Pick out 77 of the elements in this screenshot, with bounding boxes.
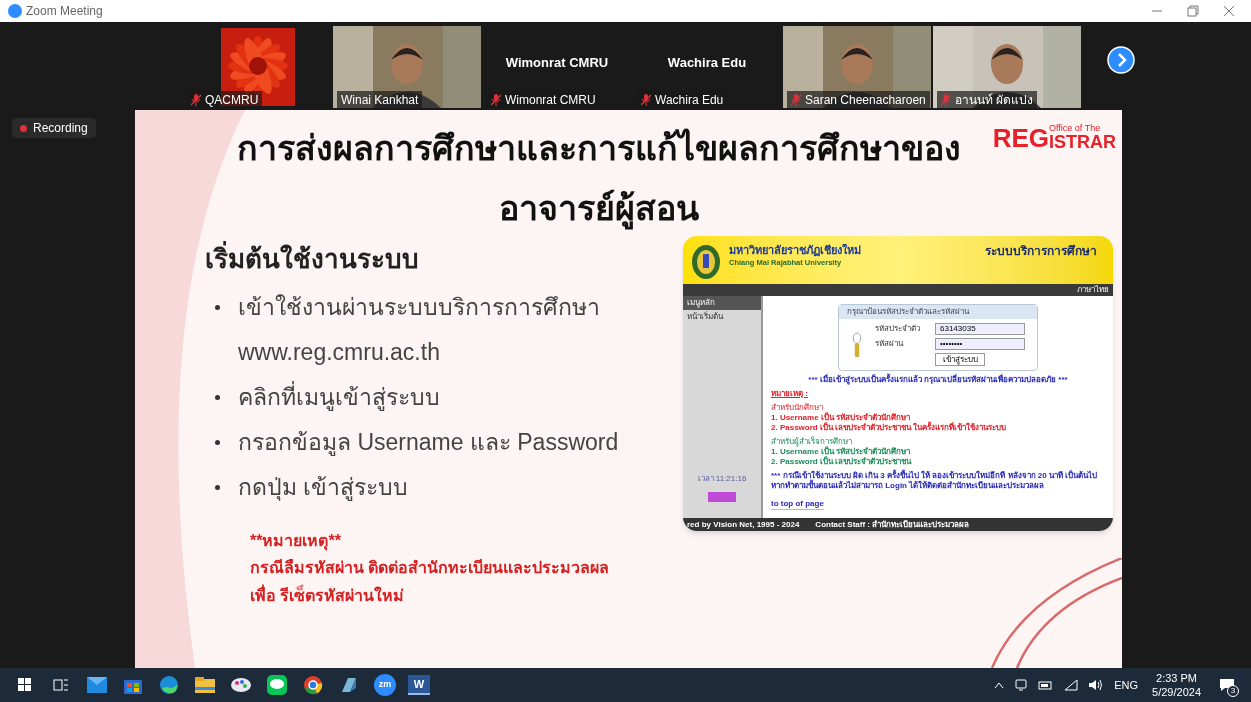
participant-name-display: Wimonrat CMRU bbox=[505, 54, 609, 73]
close-icon[interactable] bbox=[1223, 5, 1235, 17]
login-button[interactable]: เข้าสู่ระบบ bbox=[935, 353, 985, 366]
slide-title: การส่งผลการศึกษาและการแก้ไขผลการศึกษาของ bbox=[236, 127, 961, 169]
clock[interactable]: 2:33 PM 5/29/2024 bbox=[1148, 671, 1205, 699]
participant-name: Winai Kankhat bbox=[341, 91, 419, 109]
participant-tile[interactable]: Saran Cheenacharoen bbox=[783, 26, 931, 108]
note-text: เพื่อ รีเซ็ตรหัสผ่านใหม่ bbox=[250, 582, 683, 610]
footer-text: red by Vision Net, 1995 - 2024 bbox=[687, 519, 800, 530]
participant-name: Saran Cheenacharoen bbox=[805, 91, 926, 109]
field-label: รหัสผ่าน bbox=[875, 339, 905, 349]
bullet-icon bbox=[215, 395, 220, 400]
login-panel-header: กรุณาป้อนรหัสประจำตัวและรหัสผ่าน bbox=[839, 305, 1037, 319]
word-taskbar-icon[interactable]: W bbox=[408, 675, 430, 695]
participant-tile[interactable]: อานนท์ ผัดแปง bbox=[933, 26, 1081, 108]
bullet-text: เข้าใช้งานผ่านระบบบริการการศึกษา bbox=[238, 293, 600, 322]
battery-icon[interactable] bbox=[1038, 679, 1055, 691]
muted-mic-icon bbox=[791, 93, 801, 106]
clock-text: เวลา 11:21:16 bbox=[697, 474, 747, 484]
input-field[interactable]: •••••••• bbox=[935, 338, 1025, 350]
participant-name: Wachira Edu bbox=[655, 91, 724, 109]
participant-name: อานนท์ ผัดแปง bbox=[955, 91, 1034, 109]
group-title: สำหรับนักศึกษา bbox=[771, 403, 824, 412]
bullet-text: กรอกข้อมูล Username และ Password bbox=[238, 428, 619, 458]
participant-name: QACMRU bbox=[205, 91, 259, 109]
chat-app-icon[interactable] bbox=[264, 672, 290, 698]
muted-mic-icon bbox=[191, 93, 201, 106]
bullet-icon bbox=[215, 440, 220, 445]
note-title: **หมายเหตุ** bbox=[250, 531, 342, 553]
participant-name-display: Wachira Edu bbox=[667, 54, 747, 73]
remark-line: 2. Password เป็น เลขประจำตัวประชาชน ในครั้งแรกที่เข้าใช้งานระบบ bbox=[771, 423, 1008, 433]
meet-now-icon[interactable] bbox=[1014, 678, 1029, 692]
university-name-thai: มหาวิทยาลัยราชภัฏเชียงใหม่ bbox=[729, 244, 861, 258]
logo-text: ISTRAR bbox=[1049, 133, 1116, 151]
chevron-up-icon[interactable] bbox=[994, 681, 1005, 689]
remark-line: 1. Username เป็น รหัสประจำตัวนักศึกษา bbox=[771, 413, 912, 422]
zoom-app-icon bbox=[8, 4, 22, 18]
next-page-icon[interactable] bbox=[1107, 46, 1135, 74]
window-title: Zoom Meeting bbox=[26, 3, 103, 20]
participant-tile[interactable]: Winai Kankhat bbox=[333, 26, 481, 108]
participant-name: Wimonrat CMRU bbox=[505, 91, 596, 109]
bullet-icon bbox=[215, 485, 220, 490]
top-of-page-link[interactable]: to top of page bbox=[771, 499, 824, 510]
muted-mic-icon bbox=[491, 93, 501, 106]
website-address: www.reg.cmru.ac.th bbox=[237, 338, 441, 367]
footer-text: Contact Staff : สำนักทะเบียนและประมวลผล bbox=[815, 519, 970, 530]
remark-line: 1. Username เป็น รหัสประจำตัวนักศึกษา bbox=[771, 447, 912, 456]
remarks-title: หมายเหตุ : bbox=[771, 389, 809, 399]
group-title: สำหรับผู้สำเร็จการศึกษา bbox=[771, 437, 853, 447]
remark-line: 2. Password เป็น เลขประจำตัวประชาชน bbox=[771, 457, 913, 467]
section-heading: เริ่มต้นใช้งานระบบ bbox=[205, 240, 419, 279]
field-label: รหัสประจำตัว bbox=[875, 324, 921, 334]
wifi-icon[interactable] bbox=[1064, 679, 1079, 691]
bullet-text: กดปุ่ม เข้าสู่ระบบ bbox=[238, 473, 409, 503]
language-menu[interactable]: ภาษาไทย bbox=[1077, 285, 1109, 295]
input-field[interactable]: 63143035 bbox=[935, 323, 1025, 335]
logo-tagline: Office of The bbox=[1049, 124, 1102, 133]
bullet-icon bbox=[215, 305, 220, 310]
menu-item[interactable]: หน้าเริ่มต้น bbox=[683, 310, 761, 324]
muted-mic-icon bbox=[941, 93, 951, 106]
menu-item[interactable]: เมนูหลัก bbox=[683, 296, 761, 310]
restore-icon[interactable] bbox=[1187, 5, 1199, 17]
notification-button[interactable]: 3 bbox=[1215, 673, 1239, 697]
muted-mic-icon bbox=[641, 93, 651, 106]
system-title: ระบบบริการการศึกษา bbox=[985, 244, 1097, 259]
note-text: กรณีลืมรหัสผ่าน ติดต่อสำนักทะเบียนและประมวลผล bbox=[250, 558, 611, 578]
university-emblem-icon bbox=[691, 244, 721, 280]
slide-title: อาจารย์ผู้สอน bbox=[498, 178, 699, 238]
logo-text: REG bbox=[992, 125, 1049, 151]
badge-icon bbox=[708, 492, 736, 502]
speaker-icon[interactable] bbox=[1088, 679, 1105, 691]
language-indicator[interactable]: ENG bbox=[1114, 676, 1139, 694]
remark-line: *** กรณีเข้าใช้งานระบบ ผิด เกิน 3 ครั้งขึ้นไป ให้ ลองเข้าระบบใหม่อีกที หลังจาก 20 นาที เป็นต้นไป bbox=[771, 471, 1099, 480]
bullet-text: คลิกที่เมนูเข้าสู่ระบบ bbox=[238, 375, 440, 420]
recording-label: Recording bbox=[33, 120, 88, 137]
notification-count: 3 bbox=[1227, 685, 1239, 697]
notice-text: *** เมื่อเข้าสู่ระบบเป็นครั้งแรกแล้ว กรุณาเปลี่ยนรหัสผ่านเพื่อความปลอดภัย *** bbox=[808, 375, 1068, 385]
